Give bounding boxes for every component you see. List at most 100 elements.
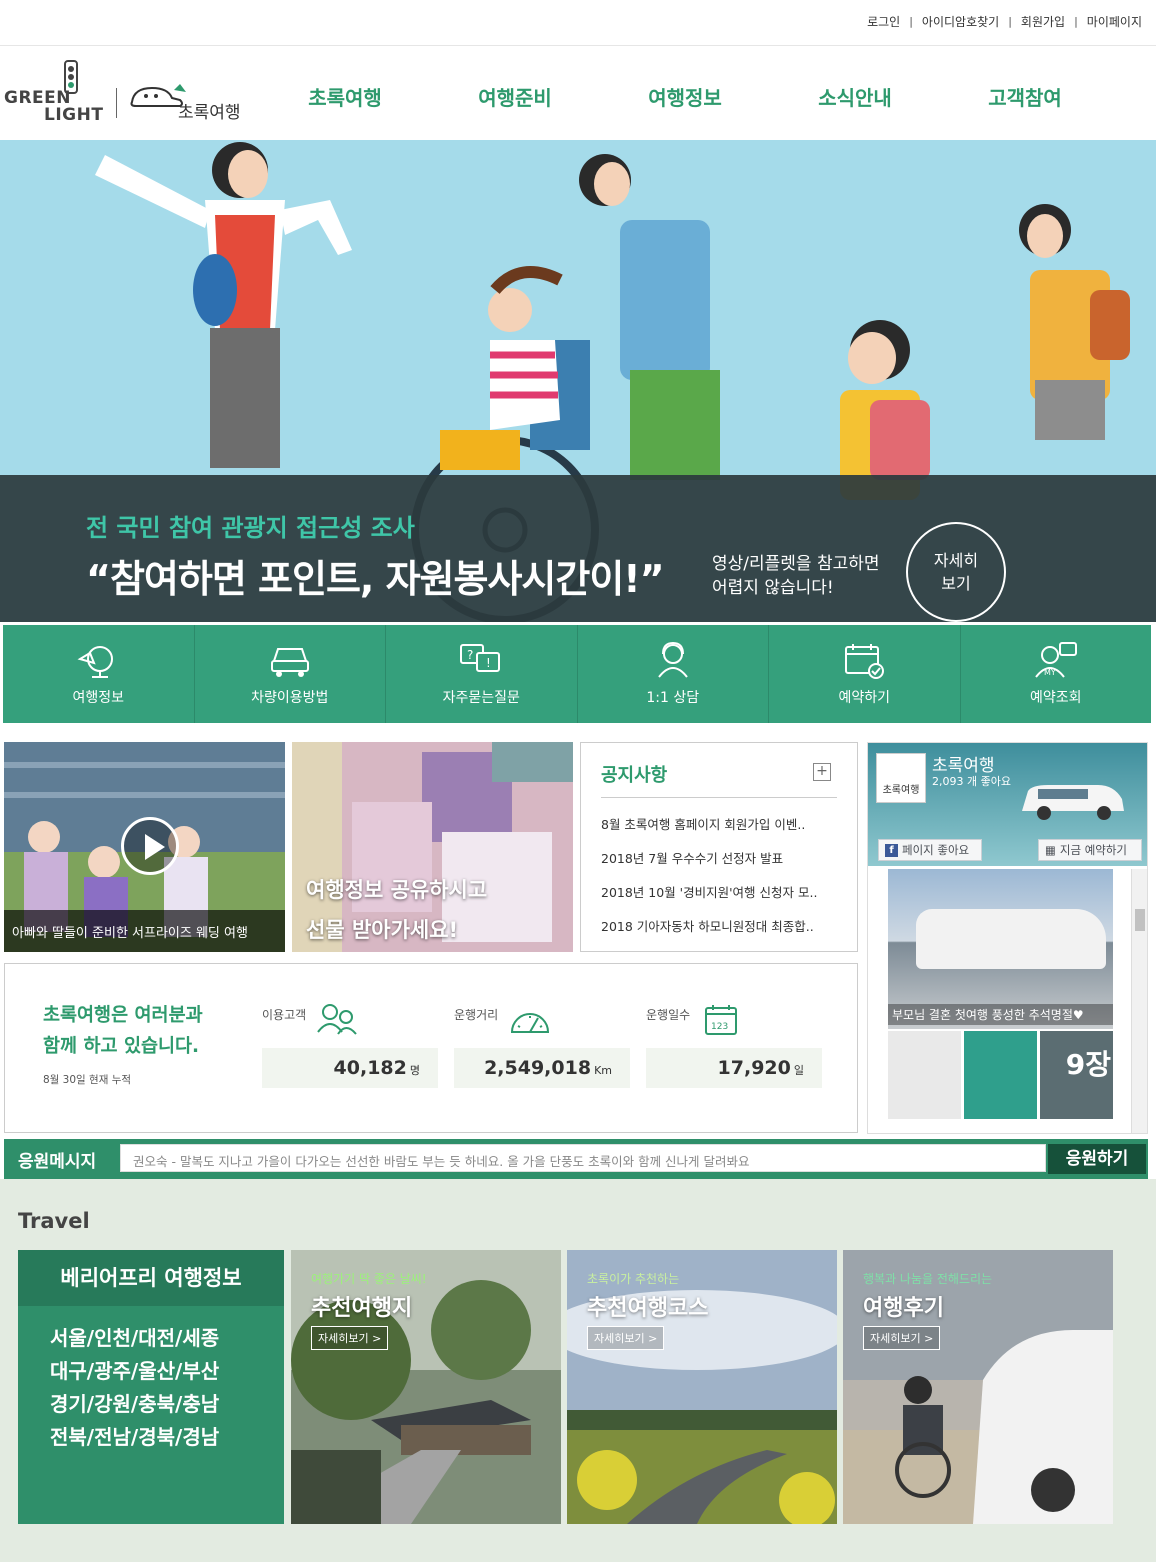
notice-list: 8월 초록여행 홈페이지 회원가입 이벤.. 2018년 7월 우수수기 선정자… <box>601 813 841 949</box>
faq-icon: ?! <box>460 644 501 672</box>
card-kicker: 초록이가 추천하는 <box>587 1272 680 1286</box>
region-row[interactable]: 경기/강원/충북/충남 <box>50 1388 219 1421</box>
video-caption: 아빠와 딸들이 준비한 서프라이즈 웨딩 여행 <box>4 910 285 952</box>
card-kicker: 행복과 나눔을 전해드리는 <box>863 1272 993 1286</box>
util-separator: | <box>1074 15 1078 28</box>
stat-value-box: 40,182 명 <box>262 1048 438 1088</box>
join-link[interactable]: 회원가입 <box>1021 13 1065 30</box>
hero-btn-line: 자세히 <box>933 551 979 570</box>
stat-label: 이용고객 <box>262 1008 307 1022</box>
login-link[interactable]: 로그인 <box>867 13 900 30</box>
facebook-like-button[interactable]: f 페이지 좋아요 <box>878 839 982 861</box>
stat-unit: 일 <box>793 1064 804 1077</box>
cheer-message-input[interactable]: 권오숙 - 말복도 지나고 가을이 다가오는 선선한 바람도 부는 듯 하네요.… <box>120 1144 1046 1172</box>
stats-headline-line: 초록여행은 여러분과 <box>43 1005 203 1026</box>
facebook-post-photo[interactable]: 부모님 결혼 첫여행 풍성한 추석명절♥ <box>888 869 1113 1029</box>
play-icon[interactable] <box>121 817 179 875</box>
nav-news[interactable]: 소식안내 <box>770 82 940 111</box>
region-row[interactable]: 서울/인천/대전/세종 <box>50 1322 219 1355</box>
quick-faq[interactable]: ?! 자주묻는질문 <box>386 625 578 723</box>
util-bar: 로그인 | 아이디암호찾기 | 회원가입 | 마이페이지 <box>0 0 1156 46</box>
quick-reserve[interactable]: 예약하기 <box>769 625 961 723</box>
barrier-free-title: 베리어프리 여행정보 <box>18 1250 284 1306</box>
event-caption: 여행정보 공유하시고 선물 받아가세요! <box>306 870 487 950</box>
travel-section-title: Travel <box>18 1209 90 1233</box>
cheer-message-bar: 응원메시지 권오숙 - 말복도 지나고 가을이 다가오는 선선한 바람도 부는 … <box>4 1139 1148 1179</box>
stat-value-box: 2,549,018 Km <box>454 1048 630 1088</box>
mypage-link[interactable]: 마이페이지 <box>1087 13 1142 30</box>
quick-menu: 여행정보 차량이용방법 ?! 자주묻는질문 1:1 상담 예약하기 MY 예약조… <box>3 625 1151 723</box>
util-separator: | <box>909 15 913 28</box>
region-list: 서울/인천/대전/세종 대구/광주/울산/부산 경기/강원/충북/충남 전북/전… <box>50 1322 219 1454</box>
card-recommended-course[interactable]: 초록이가 추천하는 추천여행코스 자세히보기 > <box>567 1250 837 1524</box>
stats-asof: 8월 30일 현재 누적 <box>43 1074 132 1086</box>
post-thumb[interactable] <box>964 1031 1037 1119</box>
svg-text:?: ? <box>467 648 473 662</box>
nav-travel-info[interactable]: 여행정보 <box>600 82 770 111</box>
logo-light-text: LIGHT <box>44 105 104 125</box>
facebook-avatar[interactable]: 초록여행 <box>876 753 926 803</box>
stat-value-box: 17,920 일 <box>646 1048 822 1088</box>
quick-label: 자주묻는질문 <box>442 690 520 706</box>
util-separator: | <box>1008 15 1012 28</box>
my-reservation-icon: MY <box>1034 642 1077 678</box>
card-recommended-place[interactable]: 여행가기 딱 좋은 날씨! 추천여행지 자세히보기 > <box>291 1250 561 1524</box>
quick-vehicle-guide[interactable]: 차량이용방법 <box>195 625 386 723</box>
calendar-icon: ▦ <box>1045 843 1056 857</box>
event-thumbnail[interactable]: 여행정보 공유하시고 선물 받아가세요! <box>292 742 573 952</box>
post-thumb[interactable] <box>888 1031 961 1119</box>
calendar-check-icon <box>845 644 885 679</box>
nav-customer[interactable]: 고객참여 <box>940 82 1110 111</box>
logo-divider <box>116 88 117 118</box>
card-more-button[interactable]: 자세히보기 > <box>587 1326 665 1350</box>
region-row[interactable]: 전북/전남/경북/경남 <box>50 1421 219 1454</box>
car-icon <box>270 648 309 677</box>
event-caption-line: 여행정보 공유하시고 <box>306 878 488 902</box>
quick-reservation-check[interactable]: MY 예약조회 <box>961 625 1152 723</box>
stat-label: 운행거리 <box>454 1008 499 1022</box>
notice-item[interactable]: 8월 초록여행 홈페이지 회원가입 이벤.. <box>601 813 841 847</box>
cheer-submit-button[interactable]: 응원하기 <box>1048 1144 1146 1174</box>
card-travel-review[interactable]: 행복과 나눔을 전해드리는 여행후기 자세히보기 > <box>843 1250 1113 1524</box>
facebook-post-caption: 부모님 결혼 첫여행 풍성한 추석명절♥ <box>888 1004 1113 1025</box>
nav-travel-prep[interactable]: 여행준비 <box>430 82 600 111</box>
card-title: 추천여행코스 <box>587 1296 709 1321</box>
notice-divider <box>601 797 837 798</box>
widget-scrollbar[interactable] <box>1131 869 1147 1133</box>
util-links: 로그인 | 아이디암호찾기 | 회원가입 | 마이페이지 <box>867 13 1142 30</box>
notice-item[interactable]: 2018년 7월 우수수기 선정자 발표 <box>601 847 841 881</box>
stats-headline-line: 함께 하고 있습니다. <box>43 1036 200 1057</box>
logo-brand-text: 초록여행 <box>178 103 241 123</box>
region-row[interactable]: 대구/광주/울산/부산 <box>50 1355 219 1388</box>
post-thumb[interactable]: 9장 <box>1040 1031 1113 1119</box>
quick-consult[interactable]: 1:1 상담 <box>578 625 769 723</box>
facebook-widget: 초록여행 초록여행 2,093 개 좋아요 f 페이지 좋아요 ▦ 지금 예약하기 … <box>867 742 1148 1134</box>
video-thumbnail[interactable]: 아빠와 딸들이 준비한 서프라이즈 웨딩 여행 <box>4 742 285 952</box>
more-plus-icon[interactable]: + <box>813 763 831 781</box>
notice-item[interactable]: 2018 기아자동차 하모니원정대 최종합.. <box>601 915 841 949</box>
green-light-logo[interactable]: GREEN LIGHT <box>4 60 108 125</box>
event-caption-line: 선물 받아가세요! <box>306 918 459 942</box>
card-more-button[interactable]: 자세히보기 > <box>863 1326 941 1350</box>
facebook-book-button[interactable]: ▦ 지금 예약하기 <box>1038 839 1142 861</box>
travel-info-icon <box>77 646 114 678</box>
quick-travel-info[interactable]: 여행정보 <box>3 625 195 723</box>
find-id-link[interactable]: 아이디암호찾기 <box>922 13 999 30</box>
scrollbar-thumb[interactable] <box>1135 909 1145 931</box>
quick-label: 1:1 상담 <box>646 690 700 706</box>
facebook-likes: 2,093 개 좋아요 <box>932 775 1011 788</box>
hero-detail-button[interactable]: 자세히 보기 <box>906 522 1006 622</box>
quick-label: 차량이용방법 <box>251 690 329 706</box>
van-image <box>1022 785 1124 820</box>
van-photo <box>916 909 1106 969</box>
notice-item[interactable]: 2018년 10월 '경비지원'여행 신청자 모.. <box>601 881 841 915</box>
choroktravel-logo[interactable]: 초록여행 <box>128 78 248 126</box>
stat-unit: Km <box>594 1064 612 1077</box>
hero-description: 영상/리플렛을 참고하면 어렵지 않습니다! <box>712 552 912 600</box>
stat-label: 운행일수 <box>646 1008 691 1022</box>
svg-text:!: ! <box>486 656 491 670</box>
hero-btn-line: 보기 <box>941 574 971 593</box>
stat-distance: 운행거리 2,549,018 Km <box>454 1004 630 1088</box>
card-more-button[interactable]: 자세히보기 > <box>311 1326 389 1350</box>
nav-chorok-travel[interactable]: 초록여행 <box>260 82 430 111</box>
